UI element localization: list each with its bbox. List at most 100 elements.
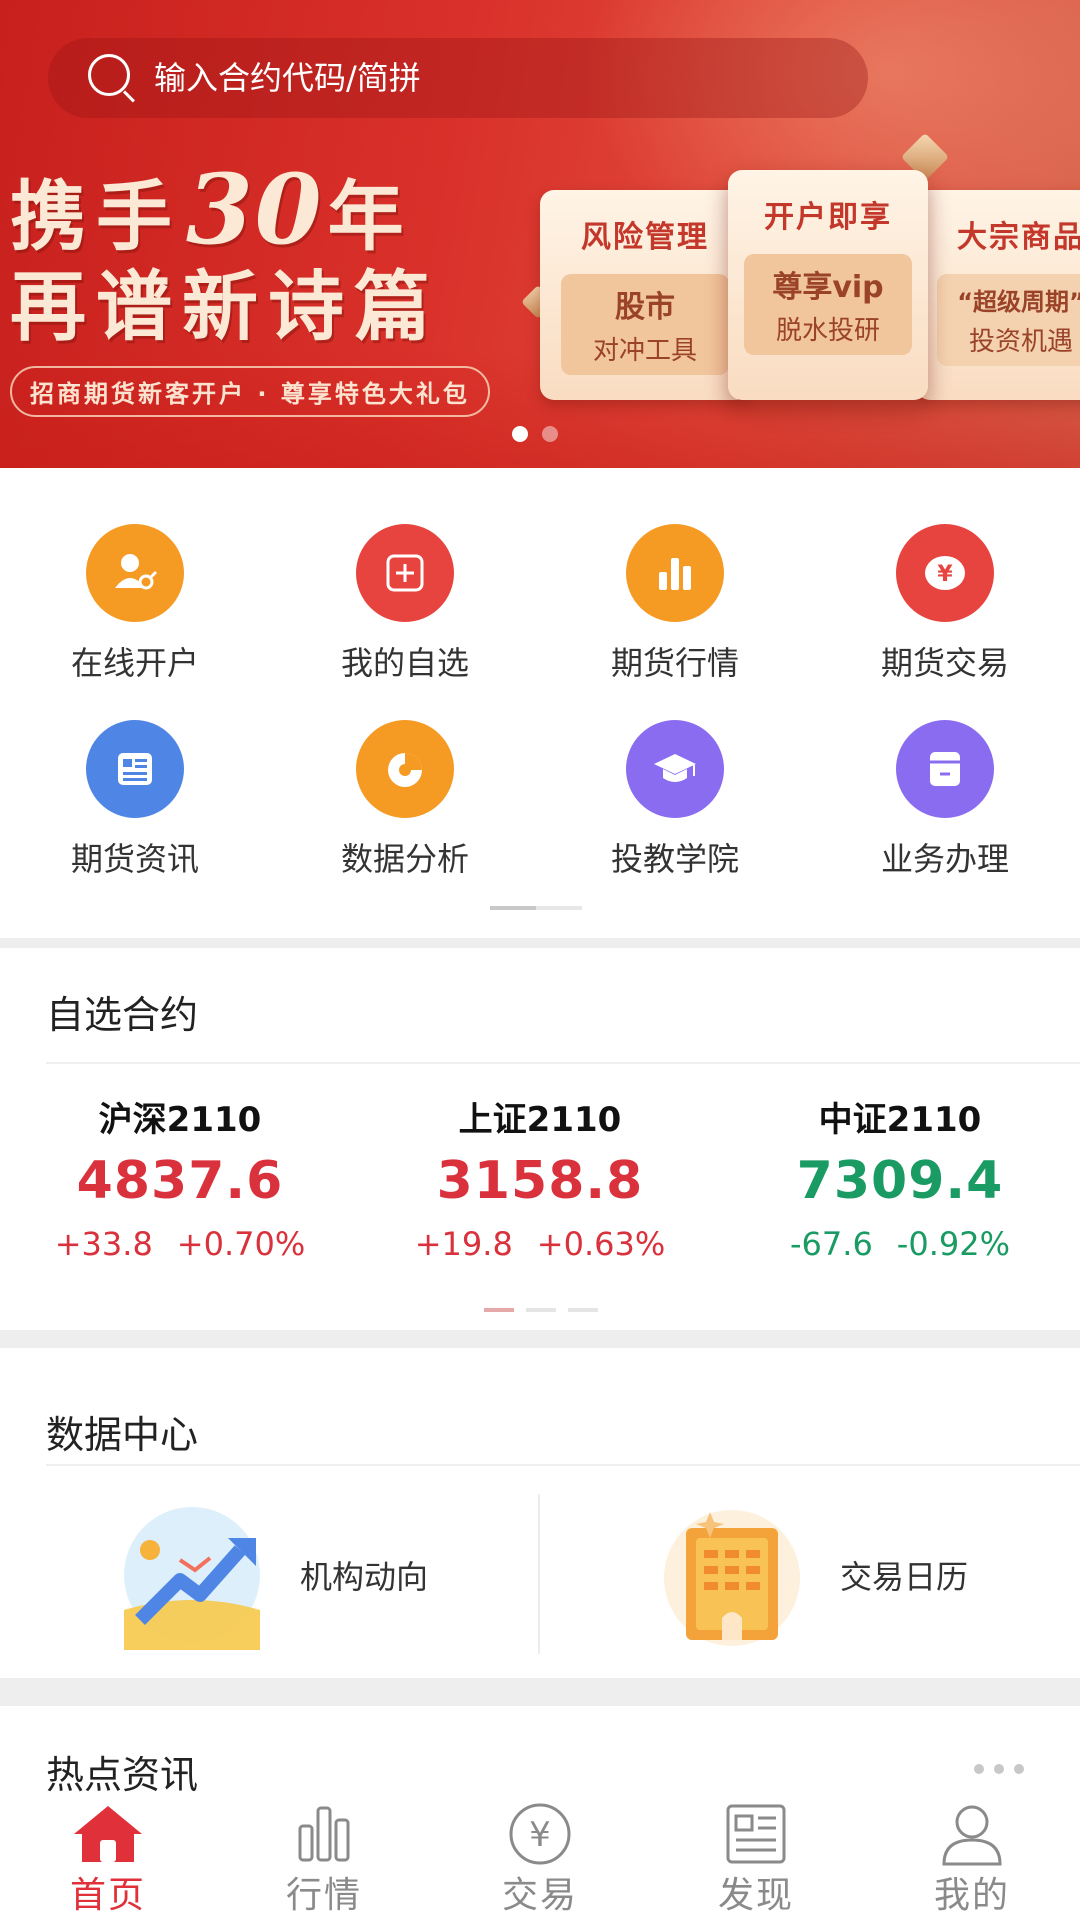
promo-card-line1: 尊享vip — [772, 270, 884, 305]
promo-banner[interactable]: 携手30年 再谱新诗篇 招商期货新客开户 · 尊享特色大礼包 风险管理 股市 对… — [0, 0, 1080, 468]
svg-text:¥: ¥ — [529, 1815, 551, 1855]
section-divider — [0, 1330, 1080, 1348]
tab-label: 行情 — [285, 1875, 362, 1916]
tab-discover[interactable]: 发现 — [648, 1796, 864, 1920]
grid-item-futures-quotes[interactable]: 期货行情 — [540, 468, 810, 682]
tab-label: 交易 — [501, 1875, 578, 1916]
tab-market[interactable]: 行情 — [216, 1796, 432, 1920]
profile-icon — [942, 1805, 1002, 1866]
watchlist-pager — [484, 1308, 598, 1312]
section-divider — [0, 1678, 1080, 1706]
yuan-coin-icon: ¥ — [896, 524, 994, 622]
promo-card-title: 开户即享 — [764, 200, 892, 235]
promo-card-line2: 对冲工具 — [592, 336, 697, 366]
quote-price: 7309.4 — [796, 1151, 1004, 1211]
quote-percent: +0.63% — [536, 1225, 666, 1263]
calendar-icon — [650, 1500, 810, 1650]
quote-price: 4837.6 — [76, 1151, 284, 1211]
grid-pager — [490, 906, 582, 910]
data-center-item-institution[interactable]: 机构动向 — [110, 1500, 428, 1650]
quote-name: 中证2110 — [818, 1100, 982, 1140]
tab-profile[interactable]: 我的 — [864, 1796, 1080, 1920]
graduation-cap-icon — [626, 720, 724, 818]
home-icon — [74, 1806, 142, 1862]
promo-card: 风险管理 股市 对冲工具 — [540, 190, 750, 400]
quote-percent: -0.92% — [896, 1225, 1010, 1263]
headline-line2: 再谱新诗篇 — [10, 262, 440, 351]
grid-item-data-analysis[interactable]: 数据分析 — [270, 664, 540, 878]
banner-subline: 招商期货新客开户 · 尊享特色大礼包 — [10, 366, 490, 417]
quote-card[interactable]: 中证2110 7309.4 -67.6 -0.92% — [720, 1092, 1080, 1263]
grid-item-online-account[interactable]: 在线开户 — [0, 468, 270, 682]
grid-item-futures-news[interactable]: 期货资讯 — [0, 664, 270, 878]
more-icon[interactable] — [974, 1764, 1024, 1774]
quote-card[interactable]: 沪深2110 4837.6 +33.8 +0.70% — [0, 1092, 360, 1263]
quote-change: +33.8 — [54, 1225, 153, 1263]
quote-percent: +0.70% — [176, 1225, 306, 1263]
grid-item-label: 投教学院 — [610, 840, 739, 878]
document-bag-icon — [896, 720, 994, 818]
grid-pager-bar — [490, 906, 536, 910]
promo-card: 大宗商品 “超级周期” 投资机遇 — [916, 190, 1080, 400]
promo-card-line1: 股市 — [615, 290, 675, 325]
watchlist-pager-bar — [526, 1308, 556, 1312]
grid-item-futures-trading[interactable]: ¥ 期货交易 — [810, 468, 1080, 682]
data-center-section: 数据中心 机构动向 交易日历 — [0, 1348, 1080, 1678]
grid-item-my-watchlist[interactable]: 我的自选 — [270, 468, 540, 682]
grid-item-business-service[interactable]: 业务办理 — [810, 664, 1080, 878]
tab-label: 首页 — [69, 1875, 146, 1916]
promo-cards: 风险管理 股市 对冲工具 开户即享 尊享vip 脱水投研 大宗商品 “超级周期”… — [521, 132, 1080, 420]
bottom-tab-bar: 首页 行情 ¥ 交易 发现 我的 — [0, 1796, 1080, 1920]
watchlist-pager-bar — [484, 1308, 514, 1312]
banner-pager-dot[interactable] — [542, 426, 558, 442]
news-icon — [86, 720, 184, 818]
open-account-icon — [86, 524, 184, 622]
headline-part-a: 携手 — [10, 172, 182, 261]
grid-item-investor-academy[interactable]: 投教学院 — [540, 664, 810, 878]
banner-pager — [512, 426, 558, 442]
data-center-label: 机构动向 — [300, 1558, 429, 1596]
banner-headline: 携手30年 再谱新诗篇 招商期货新客开户 · 尊享特色大礼包 — [10, 162, 490, 417]
quote-name: 沪深2110 — [98, 1100, 262, 1140]
hot-news-section: 热点资讯 — [0, 1706, 1080, 1797]
promo-card-line2: 脱水投研 — [775, 316, 880, 346]
trade-yuan-icon: ¥ — [509, 1803, 571, 1865]
pie-chart-icon — [356, 720, 454, 818]
watchlist-pager-bar — [568, 1308, 598, 1312]
discover-news-icon — [726, 1804, 786, 1864]
tab-label: 我的 — [933, 1875, 1010, 1916]
headline-part-b: 年 — [327, 172, 414, 261]
grid-item-label: 期货资讯 — [70, 840, 199, 878]
promo-card-line1: “超级周期” — [957, 288, 1080, 316]
search-icon — [86, 52, 138, 104]
trend-arrow-icon — [110, 1500, 270, 1650]
watchlist-section: 自选合约 沪深2110 4837.6 +33.8 +0.70% 上证2110 31… — [0, 948, 1080, 1330]
grid-item-label: 业务办理 — [880, 840, 1009, 878]
banner-pager-dot[interactable] — [512, 426, 528, 442]
grid-pager-bar — [536, 906, 582, 910]
svg-text:¥: ¥ — [937, 562, 953, 587]
search-bar[interactable] — [48, 38, 868, 118]
promo-card-title: 风险管理 — [581, 220, 709, 255]
promo-card-title: 大宗商品 — [957, 220, 1080, 255]
search-input[interactable] — [154, 59, 834, 97]
divider — [46, 1062, 1080, 1064]
quote-price: 3158.8 — [436, 1151, 644, 1211]
quote-name: 上证2110 — [458, 1100, 622, 1140]
quote-change: -67.6 — [790, 1225, 873, 1263]
section-title: 数据中心 — [46, 1413, 199, 1457]
promo-card: 开户即享 尊享vip 脱水投研 — [728, 170, 928, 400]
market-bars-icon — [298, 1806, 350, 1862]
tab-home[interactable]: 首页 — [0, 1796, 216, 1920]
quote-change: +19.8 — [414, 1225, 513, 1263]
vertical-divider — [538, 1494, 540, 1654]
section-title: 热点资讯 — [46, 1753, 199, 1797]
promo-card-line2: 投资机遇 — [968, 327, 1073, 357]
section-title: 自选合约 — [46, 993, 199, 1037]
bar-chart-icon — [626, 524, 724, 622]
quick-access-grid: 在线开户 我的自选 期货行情 ¥ 期货交易 期货资讯 数据分析 投教学院 业务办… — [0, 468, 1080, 938]
data-center-item-calendar[interactable]: 交易日历 — [650, 1500, 968, 1650]
tab-trade[interactable]: ¥ 交易 — [432, 1796, 648, 1920]
section-divider — [0, 938, 1080, 948]
quote-card[interactable]: 上证2110 3158.8 +19.8 +0.63% — [360, 1092, 720, 1263]
